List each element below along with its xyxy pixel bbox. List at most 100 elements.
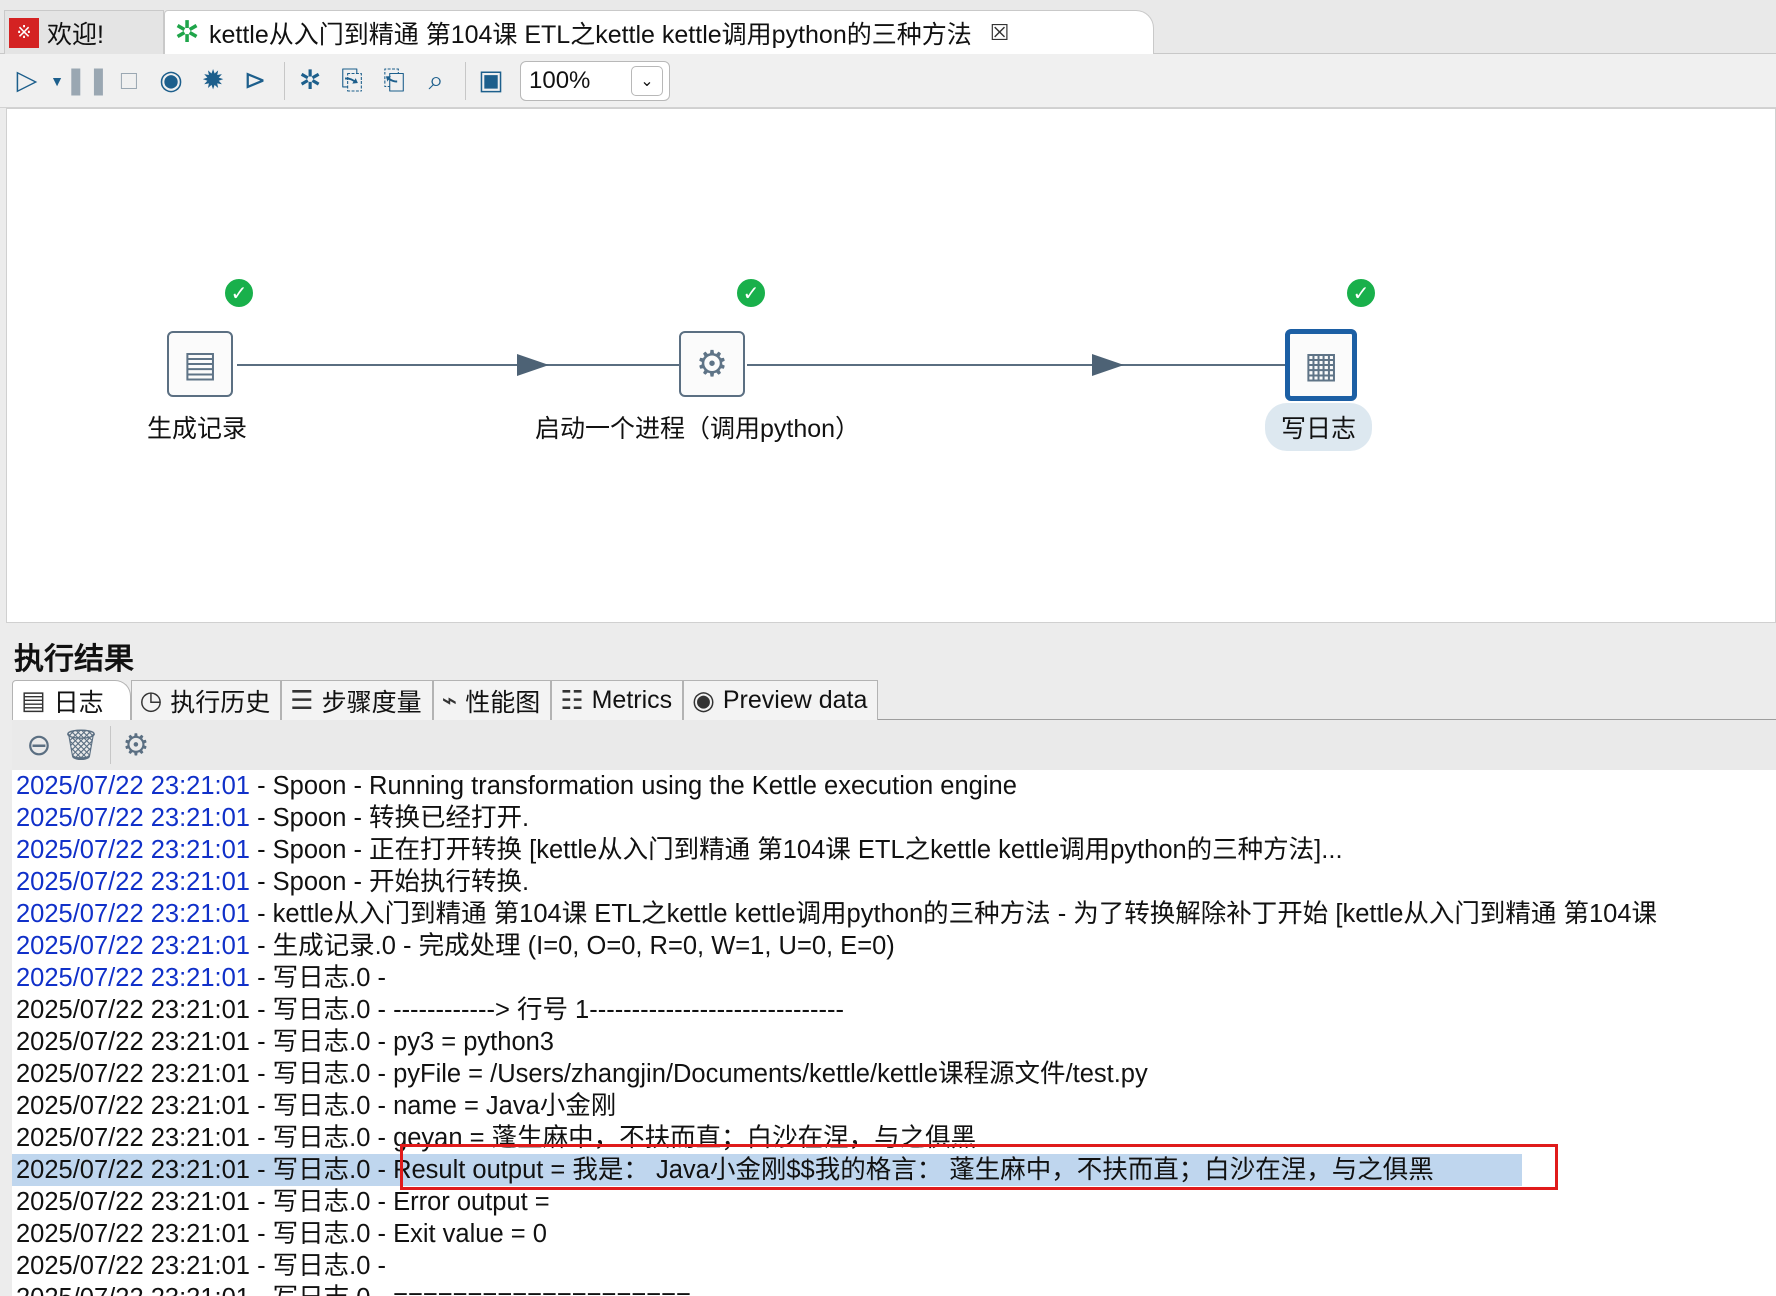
step-ok-icon: ✓ (1345, 277, 1377, 309)
zoom-select[interactable]: 100% ⌄ (520, 60, 670, 101)
log-toolbar: ⊖ 🗑 ⚙ (12, 720, 1776, 770)
trash-icon[interactable]: 🗑 (62, 726, 100, 764)
sql-icon[interactable]: ⎗ (375, 62, 413, 100)
eye-icon: ◉ (692, 685, 715, 715)
log-message: - 写日志.0 - name = Java小金刚 (249, 1092, 617, 1120)
tab-preview-data-label: Preview data (722, 686, 868, 714)
impact-icon[interactable]: ⎘ (333, 62, 371, 100)
results-tabs: ▤ 日志 ◷ 执行历史 ☰ 步骤度量 ⌁ 性能图 ☷ Metrics ◉ Preview d… (12, 680, 1776, 720)
stop-icon[interactable]: □ (110, 62, 148, 100)
preview-icon[interactable]: ◉ (152, 62, 190, 100)
log-line: 2025/07/22 23:21:01 - 写日志.0 - Error outp… (12, 1186, 1776, 1218)
log-line: 2025/07/22 23:21:01 - Spoon - 开始执行转换. (12, 866, 1776, 898)
log-timestamp: 2025/07/22 23:21:01 (16, 1188, 250, 1216)
run-dropdown-icon[interactable]: ▼ (50, 62, 64, 100)
log-line: 2025/07/22 23:21:01 - Spoon - 正在打开转换 [ke… (12, 834, 1776, 866)
tab-transformation[interactable]: ✲ kettle从入门到精通 第104课 ETL之kettle kettle调用… (164, 10, 1154, 54)
tab-log-label: 日志 (53, 688, 104, 717)
tab-log[interactable]: ▤ 日志 (12, 680, 131, 720)
highlight-box (400, 1144, 1558, 1190)
gears-icon: ⚙ (695, 343, 729, 384)
log-timestamp: 2025/07/22 23:21:01 (16, 996, 250, 1024)
step-label-generate-rows: 生成记录 (147, 415, 248, 443)
log-timestamp: 2025/07/22 23:21:01 (16, 1060, 250, 1088)
transformation-canvas[interactable]: ▤ ✓ 生成记录 ⚙ ✓ 启动一个进程（调用python） ▦ ✓ 写日志 (6, 108, 1776, 623)
editor-tab-bar: ※ 欢迎! ✲ kettle从入门到精通 第104课 ETL之kettle ke… (0, 0, 1776, 54)
log-line: 2025/07/22 23:21:01 - Spoon - 转换已经打开. (12, 802, 1776, 834)
log-timestamp: 2025/07/22 23:21:01 (16, 1252, 250, 1280)
log-message: - 生成记录.0 - 完成处理 (I=0, O=0, R=0, W=1, U=0… (249, 932, 895, 960)
tab-step-metrics-label: 步骤度量 (321, 688, 422, 717)
spoon-logo-icon: ※ (9, 17, 39, 48)
log-timestamp: 2025/07/22 23:21:01 (16, 1124, 250, 1152)
step-ok-icon: ✓ (735, 277, 767, 309)
tab-performance[interactable]: ⌁ 性能图 (432, 680, 552, 720)
tab-step-metrics[interactable]: ☰ 步骤度量 (281, 680, 433, 720)
log-message: - 写日志.0 - py3 = python3 (249, 1028, 554, 1056)
step-exec-process[interactable]: ⚙ (679, 331, 745, 397)
log-message: - Spoon - 转换已经打开. (249, 804, 530, 832)
log-line: 2025/07/22 23:21:01 - 写日志.0 - (12, 962, 1776, 994)
debug-icon[interactable]: ✹ (194, 62, 232, 100)
replay-icon[interactable]: ⊳ (236, 62, 274, 100)
log-message: - Spoon - Running transformation using t… (249, 772, 1017, 800)
log-line: 2025/07/22 23:21:01 - 写日志.0 - Exit value… (12, 1218, 1776, 1250)
clear-log-icon[interactable]: ⊖ (20, 726, 58, 764)
write-log-icon: ▦ (1303, 344, 1338, 385)
log-line: 2025/07/22 23:21:01 - 写日志.0 - ----------… (12, 994, 1776, 1026)
log-timestamp: 2025/07/22 23:21:01 (16, 1028, 250, 1056)
step-label-write-log: 写日志 (1265, 403, 1373, 451)
log-output[interactable]: 2025/07/22 23:21:01 - Spoon - Running tr… (12, 770, 1776, 1296)
settings-gear-icon[interactable]: ⚙ (117, 726, 155, 764)
transformation-icon: ✲ (174, 16, 200, 49)
log-message: - 写日志.0 - Error output = (249, 1188, 550, 1216)
step-ok-icon: ✓ (223, 277, 255, 309)
log-message: - 写日志.0 - (249, 964, 386, 992)
tab-transformation-label: kettle从入门到精通 第104课 ETL之kettle kettle调用py… (209, 20, 972, 49)
log-timestamp: 2025/07/22 23:21:01 (16, 804, 250, 832)
tab-welcome[interactable]: ※ 欢迎! (4, 10, 164, 54)
tab-metrics-label: Metrics (591, 686, 673, 714)
toolbar-separator (284, 61, 285, 100)
tab-performance-label: 性能图 (465, 688, 541, 717)
toolbar-separator (110, 726, 111, 764)
log-line: 2025/07/22 23:21:01 - 生成记录.0 - 完成处理 (I=0… (12, 930, 1776, 962)
toolbar-separator (465, 61, 466, 100)
log-timestamp: 2025/07/22 23:21:01 (16, 1156, 250, 1184)
tab-metrics[interactable]: ☷ Metrics (551, 680, 684, 720)
log-message: - Spoon - 正在打开转换 [kettle从入门到精通 第104课 ETL… (249, 836, 1343, 864)
step-label-exec-process: 启动一个进程（调用python） (535, 415, 861, 443)
pause-icon[interactable]: ❚❚ (64, 62, 109, 100)
chevron-down-icon[interactable]: ⌄ (631, 65, 663, 96)
clock-icon: ◷ (139, 685, 163, 715)
list-icon: ☰ (290, 685, 314, 715)
close-tab-icon[interactable]: ☒ (990, 20, 1010, 46)
log-timestamp: 2025/07/22 23:21:01 (16, 868, 250, 896)
log-timestamp: 2025/07/22 23:21:01 (16, 1284, 250, 1296)
tab-history[interactable]: ◷ 执行历史 (130, 680, 282, 720)
log-icon: ▤ (21, 685, 46, 715)
hop-arrow-icon (1092, 354, 1124, 376)
transformation-toolbar: ▷ ▼ ❚❚ □ ◉ ✹ ⊳ ✲ ⎘ ⎗ ⌕ ▣ 100% ⌄ (0, 54, 1776, 108)
results-title: 执行结果 (14, 643, 134, 676)
step-generate-rows[interactable]: ▤ (167, 331, 233, 397)
step-write-log[interactable]: ▦ (1285, 329, 1357, 401)
log-timestamp: 2025/07/22 23:21:01 (16, 932, 250, 960)
tab-preview-data[interactable]: ◉ Preview data (683, 680, 879, 720)
log-line: 2025/07/22 23:21:01 - 写日志.0 - py3 = pyth… (12, 1026, 1776, 1058)
log-line: 2025/07/22 23:21:01 - 写日志.0 - ==========… (12, 1282, 1776, 1296)
hop-line[interactable] (237, 364, 687, 366)
run-icon[interactable]: ▷ (8, 62, 46, 100)
explore-db-icon[interactable]: ⌕ (417, 62, 455, 100)
log-line: 2025/07/22 23:21:01 - kettle从入门到精通 第104课… (12, 898, 1776, 930)
log-message: - 写日志.0 - ==================== (250, 1284, 691, 1296)
log-message: - 写日志.0 - ------------> 行号 1------------… (249, 996, 844, 1024)
log-timestamp: 2025/07/22 23:21:01 (16, 964, 250, 992)
verify-icon[interactable]: ✲ (291, 62, 329, 100)
log-message: - kettle从入门到精通 第104课 ETL之kettle kettle调用… (249, 900, 1658, 928)
hop-line[interactable] (747, 364, 1287, 366)
log-timestamp: 2025/07/22 23:21:01 (16, 1092, 250, 1120)
log-message: - 写日志.0 - pyFile = /Users/zhangjin/Docum… (249, 1060, 1148, 1088)
show-results-icon[interactable]: ▣ (472, 62, 510, 100)
tab-history-label: 执行历史 (170, 688, 271, 717)
